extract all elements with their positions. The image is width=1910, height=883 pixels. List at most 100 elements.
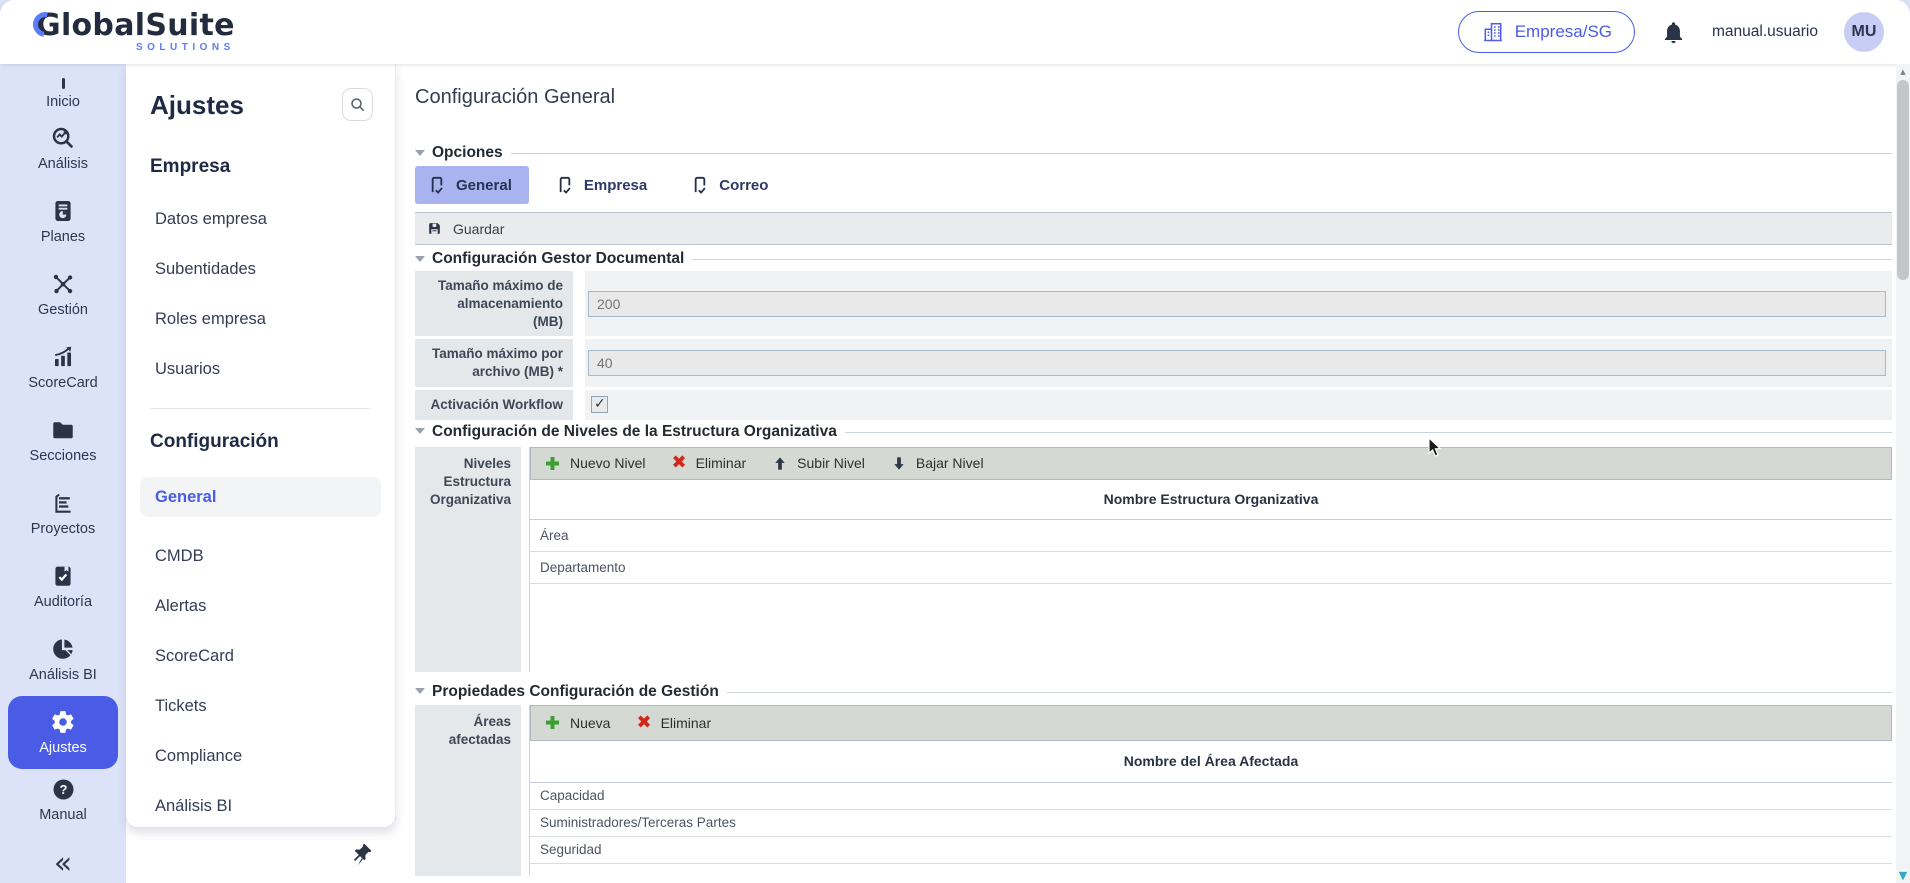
collapse-rail-button[interactable]: « xyxy=(0,849,126,879)
logo-rest: lobalSuite xyxy=(61,8,235,43)
search-button[interactable] xyxy=(342,88,373,121)
nav-item-roles-empresa[interactable]: Roles empresa xyxy=(155,308,395,330)
sidebar-item-secciones[interactable]: Secciones xyxy=(0,404,126,477)
table-row-suministradores[interactable]: Suministradores/Terceras Partes xyxy=(530,810,1892,837)
nav-item-tickets[interactable]: Tickets xyxy=(155,695,395,717)
move-level-up-button[interactable]: Subir Nivel xyxy=(772,455,865,472)
topbar-right: Empresa/SG manual.usuario MU xyxy=(1458,11,1884,53)
avatar[interactable]: MU xyxy=(1844,12,1884,52)
bi-pie-icon xyxy=(50,636,76,662)
pin-icon[interactable] xyxy=(352,842,373,872)
settings-nav-panel: Ajustes Empresa Datos empresa Subentidad… xyxy=(126,64,396,827)
sidebar-item-gestion[interactable]: Gestión xyxy=(0,258,126,331)
table-empty-space xyxy=(530,584,1892,672)
group-divider-line xyxy=(511,153,1892,154)
areas-grid: Nueva ✖ Eliminar Nombre del Área Afectad… xyxy=(529,705,1892,876)
table-row-seguridad[interactable]: Seguridad xyxy=(530,837,1892,864)
tab-general[interactable]: General xyxy=(415,166,529,204)
sidebar-item-planes[interactable]: Planes xyxy=(0,185,126,258)
rail-item-label: Manual xyxy=(39,807,87,823)
table-row-capacidad[interactable]: Capacidad xyxy=(530,783,1892,810)
rail-item-label: Gestión xyxy=(38,302,88,318)
sidebar-item-ajustes[interactable]: Ajustes xyxy=(8,696,118,769)
gestor-section-title: Configuración Gestor Documental xyxy=(432,249,684,268)
arrow-up-icon xyxy=(772,455,788,472)
sidebar-item-proyectos[interactable]: Proyectos xyxy=(0,477,126,550)
table-row-departamento[interactable]: Departamento xyxy=(530,552,1892,584)
save-button[interactable]: Guardar xyxy=(426,220,504,237)
rail-item-label: Inicio xyxy=(46,94,80,110)
delete-level-button[interactable]: ✖ Eliminar xyxy=(671,454,746,472)
scrollbar-thumb[interactable] xyxy=(1897,80,1909,280)
option-tabs: General Empresa Correo xyxy=(415,166,1892,204)
rail-item-label: Secciones xyxy=(30,448,97,464)
collapse-triangle-icon[interactable] xyxy=(415,150,425,156)
nav-item-alertas[interactable]: Alertas xyxy=(155,595,395,617)
collapse-triangle-icon[interactable] xyxy=(415,428,425,434)
table-row-area[interactable]: Área xyxy=(530,520,1892,552)
max-storage-input[interactable] xyxy=(588,291,1886,317)
bell-icon[interactable] xyxy=(1661,20,1686,45)
sidebar-item-scorecard[interactable]: ScoreCard xyxy=(0,331,126,404)
main-content: Configuración General Opciones General E… xyxy=(396,64,1896,883)
sidebar-item-inicio[interactable]: Inicio xyxy=(0,66,126,112)
section-divider-line xyxy=(845,432,1892,433)
max-file-size-input[interactable] xyxy=(588,350,1886,376)
tab-empresa[interactable]: Empresa xyxy=(543,166,664,204)
collapse-triangle-icon[interactable] xyxy=(415,256,425,262)
nav-item-analisis-bi[interactable]: Análisis BI xyxy=(155,795,395,817)
rail-item-label: Proyectos xyxy=(31,521,95,537)
home-icon xyxy=(62,78,65,89)
bookmark-check-icon xyxy=(427,174,447,196)
move-level-down-button[interactable]: Bajar Nivel xyxy=(891,455,984,472)
plus-icon xyxy=(544,455,561,472)
field-cell xyxy=(585,339,1892,387)
new-level-button[interactable]: Nuevo Nivel xyxy=(544,455,645,472)
sidebar-item-auditoria[interactable]: Auditoría xyxy=(0,550,126,623)
nav-item-scorecard[interactable]: ScoreCard xyxy=(155,645,395,667)
nav-section-heading-empresa: Empresa xyxy=(150,154,395,180)
nav-item-subentidades[interactable]: Subentidades xyxy=(155,258,395,280)
scroll-down-arrow-icon[interactable]: ▼ xyxy=(1896,869,1910,882)
rail-item-label: Análisis xyxy=(38,156,88,172)
scorecard-icon xyxy=(50,344,76,370)
logo-text: GlobalSuite xyxy=(36,11,235,41)
workflow-checkbox[interactable] xyxy=(591,396,608,413)
icon-rail: Inicio Análisis Planes xyxy=(0,64,126,883)
field-label: Activación Workflow xyxy=(415,390,573,420)
niveles-section-header: Configuración de Niveles de la Estructur… xyxy=(415,422,1892,441)
sidebar-item-analisis[interactable]: Análisis xyxy=(0,112,126,185)
vertical-scrollbar[interactable]: ▲ ▼ xyxy=(1896,64,1910,883)
username-label[interactable]: manual.usuario xyxy=(1712,23,1818,41)
section-divider-line xyxy=(727,692,1892,693)
svg-text:?: ? xyxy=(59,782,67,797)
collapse-triangle-icon[interactable] xyxy=(415,688,425,694)
field-row-workflow: Activación Workflow xyxy=(415,390,1892,420)
help-icon: ? xyxy=(51,777,76,802)
button-label: Nueva xyxy=(570,715,610,731)
new-area-button[interactable]: Nueva xyxy=(544,714,610,731)
projects-icon xyxy=(50,490,76,516)
plus-icon xyxy=(544,714,561,731)
delete-area-button[interactable]: ✖ Eliminar xyxy=(636,714,711,732)
tab-label: Empresa xyxy=(584,177,647,194)
nav-item-compliance[interactable]: Compliance xyxy=(155,745,395,767)
nav-item-datos-empresa[interactable]: Datos empresa xyxy=(155,208,395,230)
nav-item-usuarios[interactable]: Usuarios xyxy=(155,358,395,380)
niveles-grid-row: Niveles Estructura Organizativa Nuevo Ni… xyxy=(415,447,1892,672)
save-button-label: Guardar xyxy=(453,221,504,237)
plans-icon xyxy=(50,198,76,224)
sidebar-item-analisis-bi[interactable]: Análisis BI xyxy=(0,623,126,696)
company-selector-label: Empresa/SG xyxy=(1515,22,1612,42)
nav-item-cmdb[interactable]: CMDB xyxy=(155,545,395,567)
nav-item-general[interactable]: General xyxy=(140,477,381,517)
company-selector-button[interactable]: Empresa/SG xyxy=(1458,11,1635,53)
management-icon xyxy=(50,271,76,297)
grid-label: Niveles Estructura Organizativa xyxy=(415,447,521,672)
tab-correo[interactable]: Correo xyxy=(678,166,785,204)
sidebar-item-manual[interactable]: ? Manual xyxy=(0,769,126,831)
scroll-up-arrow-icon[interactable]: ▲ xyxy=(1896,64,1910,79)
globalsuite-logo: GlobalSuite SOLUTIONS xyxy=(36,11,235,53)
propiedades-section-title: Propiedades Configuración de Gestión xyxy=(432,682,719,701)
button-label: Nuevo Nivel xyxy=(570,455,645,471)
